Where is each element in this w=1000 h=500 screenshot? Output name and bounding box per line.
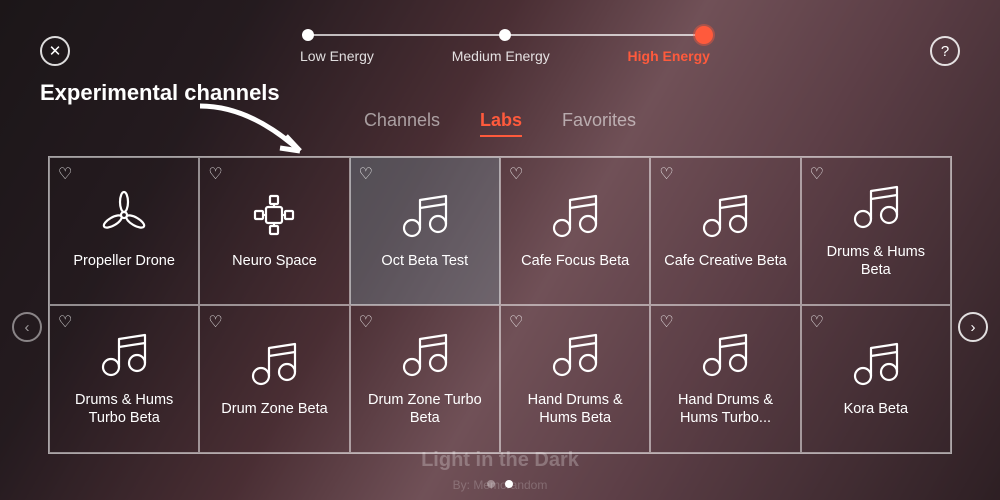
- favorite-icon[interactable]: ♡: [58, 164, 72, 184]
- channel-label: Neuro Space: [226, 252, 323, 270]
- channel-card[interactable]: ♡ Hand Drums & Hums Turbo...: [650, 305, 800, 453]
- neuro-icon: [249, 188, 299, 242]
- music-icon: [698, 188, 752, 242]
- channel-label: Kora Beta: [838, 400, 915, 418]
- favorite-icon[interactable]: ♡: [810, 312, 824, 332]
- channel-label: Cafe Focus Beta: [515, 252, 635, 270]
- tab-labs[interactable]: Labs: [480, 110, 522, 137]
- channel-label: Drum Zone Turbo Beta: [355, 391, 495, 427]
- slider-label-low: Low Energy: [300, 48, 374, 64]
- music-icon: [247, 336, 301, 390]
- channel-card[interactable]: ♡ Propeller Drone: [49, 157, 199, 305]
- music-icon: [97, 327, 151, 381]
- favorite-icon[interactable]: ♡: [509, 312, 523, 332]
- channel-card[interactable]: ♡ Kora Beta: [801, 305, 951, 453]
- channel-card[interactable]: ♡ Cafe Focus Beta: [500, 157, 650, 305]
- slider-stop-medium[interactable]: [499, 29, 511, 41]
- slider-label-medium: Medium Energy: [452, 48, 550, 64]
- favorite-icon[interactable]: ♡: [58, 312, 72, 332]
- channel-label: Hand Drums & Hums Beta: [505, 391, 645, 427]
- music-icon: [548, 188, 602, 242]
- channel-card[interactable]: ♡ Drum Zone Turbo Beta: [350, 305, 500, 453]
- pager-dot[interactable]: [487, 480, 495, 488]
- music-icon: [698, 327, 752, 381]
- energy-slider[interactable]: Low Energy Medium Energy High Energy: [300, 28, 710, 64]
- channel-label: Drums & Hums Turbo Beta: [54, 391, 194, 427]
- music-icon: [398, 327, 452, 381]
- music-icon: [548, 327, 602, 381]
- channel-card[interactable]: ♡ Drums & Hums Beta: [801, 157, 951, 305]
- favorite-icon[interactable]: ♡: [659, 164, 673, 184]
- favorite-icon[interactable]: ♡: [208, 164, 222, 184]
- tab-bar: Channels Labs Favorites: [0, 110, 1000, 137]
- music-icon: [849, 336, 903, 390]
- channel-label: Hand Drums & Hums Turbo...: [655, 391, 795, 427]
- slider-label-high: High Energy: [628, 48, 710, 64]
- tab-favorites[interactable]: Favorites: [562, 110, 636, 137]
- channel-card[interactable]: ♡ Drum Zone Beta: [199, 305, 349, 453]
- channel-label: Oct Beta Test: [375, 252, 474, 270]
- pager: [0, 480, 1000, 488]
- channel-label: Propeller Drone: [67, 252, 181, 270]
- channel-label: Drums & Hums Beta: [806, 243, 946, 279]
- help-button[interactable]: ?: [930, 36, 960, 66]
- channel-card[interactable]: ♡ Hand Drums & Hums Beta: [500, 305, 650, 453]
- channel-grid: ♡ Propeller Drone ♡ Neuro Space ♡ Oct Beta Te…: [48, 156, 952, 454]
- next-page-button[interactable]: ›: [958, 312, 988, 342]
- pager-dot[interactable]: [505, 480, 513, 488]
- propeller-icon: [99, 188, 149, 242]
- favorite-icon[interactable]: ♡: [810, 164, 824, 184]
- prev-page-button[interactable]: ‹: [12, 312, 42, 342]
- favorite-icon[interactable]: ♡: [359, 164, 373, 184]
- favorite-icon[interactable]: ♡: [659, 312, 673, 332]
- close-button[interactable]: ✕: [40, 36, 70, 66]
- channel-card[interactable]: ♡ Neuro Space: [199, 157, 349, 305]
- channel-label: Drum Zone Beta: [215, 400, 333, 418]
- favorite-icon[interactable]: ♡: [359, 312, 373, 332]
- tab-channels[interactable]: Channels: [364, 110, 440, 137]
- favorite-icon[interactable]: ♡: [208, 312, 222, 332]
- channel-card[interactable]: ♡ Cafe Creative Beta: [650, 157, 800, 305]
- music-icon: [849, 179, 903, 233]
- channel-card[interactable]: ♡ Drums & Hums Turbo Beta: [49, 305, 199, 453]
- slider-stop-high[interactable]: [695, 26, 713, 44]
- channel-label: Cafe Creative Beta: [658, 252, 793, 270]
- slider-stop-low[interactable]: [302, 29, 314, 41]
- favorite-icon[interactable]: ♡: [509, 164, 523, 184]
- music-icon: [398, 188, 452, 242]
- channel-card[interactable]: ♡ Oct Beta Test: [350, 157, 500, 305]
